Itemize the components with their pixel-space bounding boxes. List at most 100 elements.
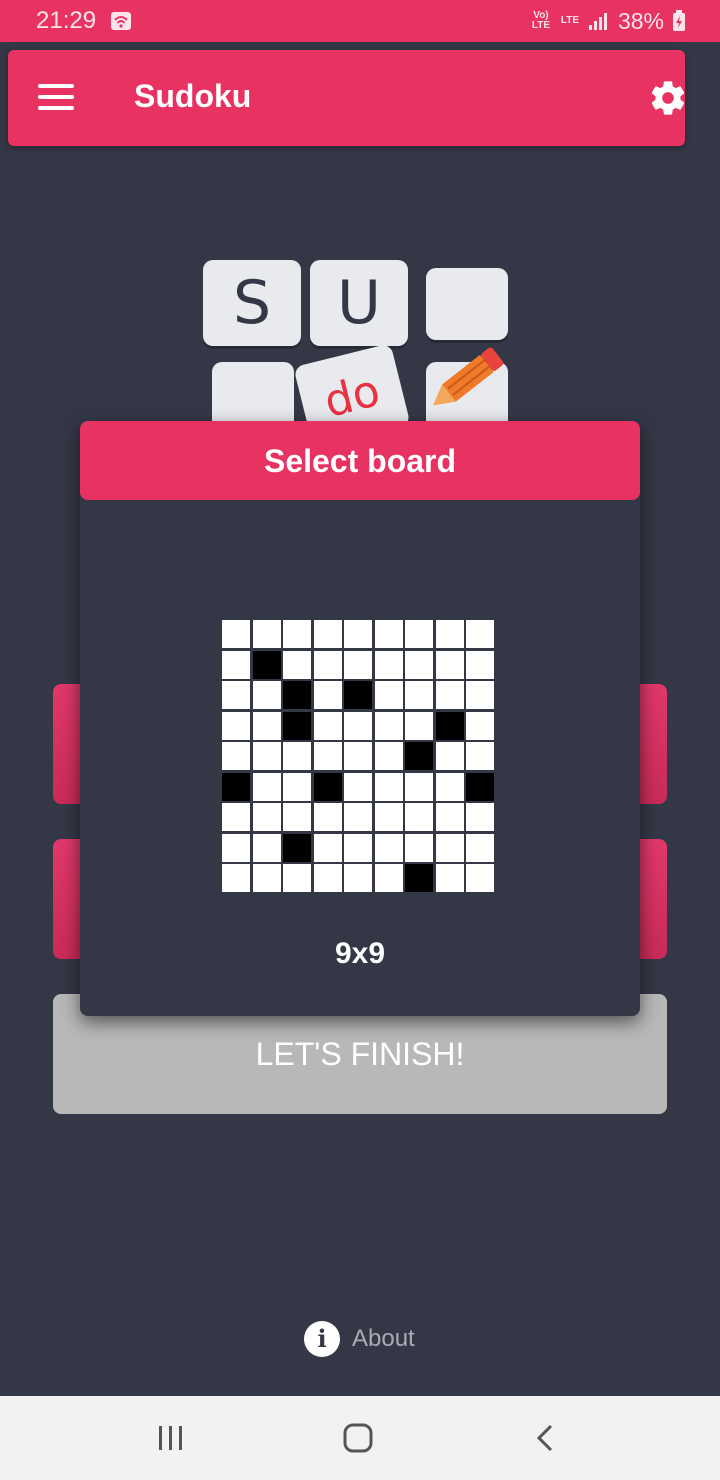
app-bar: Sudoku xyxy=(8,50,685,146)
board-cell-empty xyxy=(222,681,250,709)
board-cell-empty xyxy=(405,711,433,740)
hamburger-menu-icon[interactable] xyxy=(38,84,74,110)
status-bar: 21:29 Vo) LTE LTE 38% xyxy=(0,0,720,42)
board-cell-filled xyxy=(283,711,311,740)
board-cell-empty xyxy=(435,681,464,709)
board-cell-empty xyxy=(435,803,464,831)
board-cell-empty xyxy=(466,681,494,709)
board-cell-empty xyxy=(222,742,250,770)
board-cell-empty xyxy=(435,772,464,801)
board-cell-empty xyxy=(222,864,250,892)
board-cell-empty xyxy=(283,803,311,831)
board-cell-filled xyxy=(405,742,433,770)
board-cell-filled xyxy=(313,772,342,801)
board-cell-empty xyxy=(466,620,494,648)
board-cell-empty xyxy=(313,711,342,740)
board-cell-empty xyxy=(252,864,281,892)
board-cell-empty xyxy=(252,681,281,709)
board-cell-empty xyxy=(313,803,342,831)
volte-indicator: Vo) LTE xyxy=(531,10,551,31)
board-cell-empty xyxy=(405,650,433,679)
board-cell-empty xyxy=(344,711,372,740)
board-cell-empty xyxy=(344,742,372,770)
logo-tile-blank xyxy=(426,268,508,340)
board-cell-empty xyxy=(374,681,403,709)
board-cell-empty xyxy=(466,833,494,862)
board-cell-empty xyxy=(374,803,403,831)
board-cell-empty xyxy=(466,650,494,679)
recent-apps-icon[interactable] xyxy=(153,1420,189,1456)
about-link[interactable]: i About xyxy=(304,1319,415,1359)
board-cell-empty xyxy=(283,864,311,892)
board-cell-empty xyxy=(435,864,464,892)
battery-charging-icon xyxy=(673,10,685,31)
board-cell-empty xyxy=(252,620,281,648)
lte-indicator: LTE xyxy=(560,15,580,26)
board-cell-empty xyxy=(313,681,342,709)
dialog-title: Select board xyxy=(80,421,640,500)
board-cell-empty xyxy=(374,833,403,862)
board-cell-empty xyxy=(435,650,464,679)
board-cell-empty xyxy=(344,864,372,892)
back-icon[interactable] xyxy=(528,1420,564,1456)
board-cell-empty xyxy=(435,742,464,770)
board-cell-empty xyxy=(283,772,311,801)
board-cell-empty xyxy=(374,650,403,679)
board-cell-filled xyxy=(252,650,281,679)
about-label: About xyxy=(352,1325,415,1352)
board-cell-empty xyxy=(222,650,250,679)
board-cell-filled xyxy=(222,772,250,801)
info-icon: i xyxy=(304,1321,340,1357)
board-cell-empty xyxy=(313,864,342,892)
board-cell-empty xyxy=(374,772,403,801)
app-title: Sudoku xyxy=(134,78,252,114)
logo-tile-s: S xyxy=(203,260,301,346)
board-cell-empty xyxy=(252,833,281,862)
board-cell-empty xyxy=(222,833,250,862)
board-cell-filled xyxy=(283,681,311,709)
board-cell-empty xyxy=(405,681,433,709)
board-cell-empty xyxy=(344,803,372,831)
board-cell-empty xyxy=(466,711,494,740)
board-cell-empty xyxy=(466,803,494,831)
board-cell-empty xyxy=(283,620,311,648)
board-cell-empty xyxy=(374,742,403,770)
board-cell-empty xyxy=(435,620,464,648)
board-cell-empty xyxy=(344,620,372,648)
battery-percent: 38% xyxy=(617,7,664,34)
board-cell-empty xyxy=(313,833,342,862)
board-cell-empty xyxy=(405,833,433,862)
board-cell-empty xyxy=(252,772,281,801)
sudoku-logo: S U do xyxy=(200,258,520,449)
board-size-label: 9x9 xyxy=(334,937,386,970)
board-cell-filled xyxy=(283,833,311,862)
system-nav-bar xyxy=(0,1396,720,1480)
board-cell-empty xyxy=(313,742,342,770)
board-cell-empty xyxy=(313,620,342,648)
board-cell-empty xyxy=(374,711,403,740)
wifi-hotspot-icon xyxy=(111,12,132,30)
board-cell-empty xyxy=(374,620,403,648)
home-icon[interactable] xyxy=(340,1420,376,1456)
board-cell-empty xyxy=(466,864,494,892)
pencil-icon xyxy=(433,347,504,406)
board-cell-empty xyxy=(283,742,311,770)
board-cell-empty xyxy=(344,650,372,679)
board-cell-empty xyxy=(405,620,433,648)
board-cell-empty xyxy=(374,864,403,892)
board-cell-empty xyxy=(466,742,494,770)
board-cell-empty xyxy=(405,772,433,801)
gear-icon[interactable] xyxy=(648,78,688,118)
board-preview-9x9[interactable] xyxy=(222,620,494,892)
board-cell-empty xyxy=(252,742,281,770)
board-cell-empty xyxy=(252,803,281,831)
board-cell-empty xyxy=(252,711,281,740)
logo-tile-u: U xyxy=(310,260,408,346)
board-cell-empty xyxy=(405,803,433,831)
select-board-dialog: Select board 9x9 xyxy=(80,421,640,1016)
board-cell-filled xyxy=(466,772,494,801)
board-cell-filled xyxy=(344,681,372,709)
board-cell-empty xyxy=(344,772,372,801)
board-cell-filled xyxy=(435,711,464,740)
status-time: 21:29 xyxy=(36,7,97,34)
